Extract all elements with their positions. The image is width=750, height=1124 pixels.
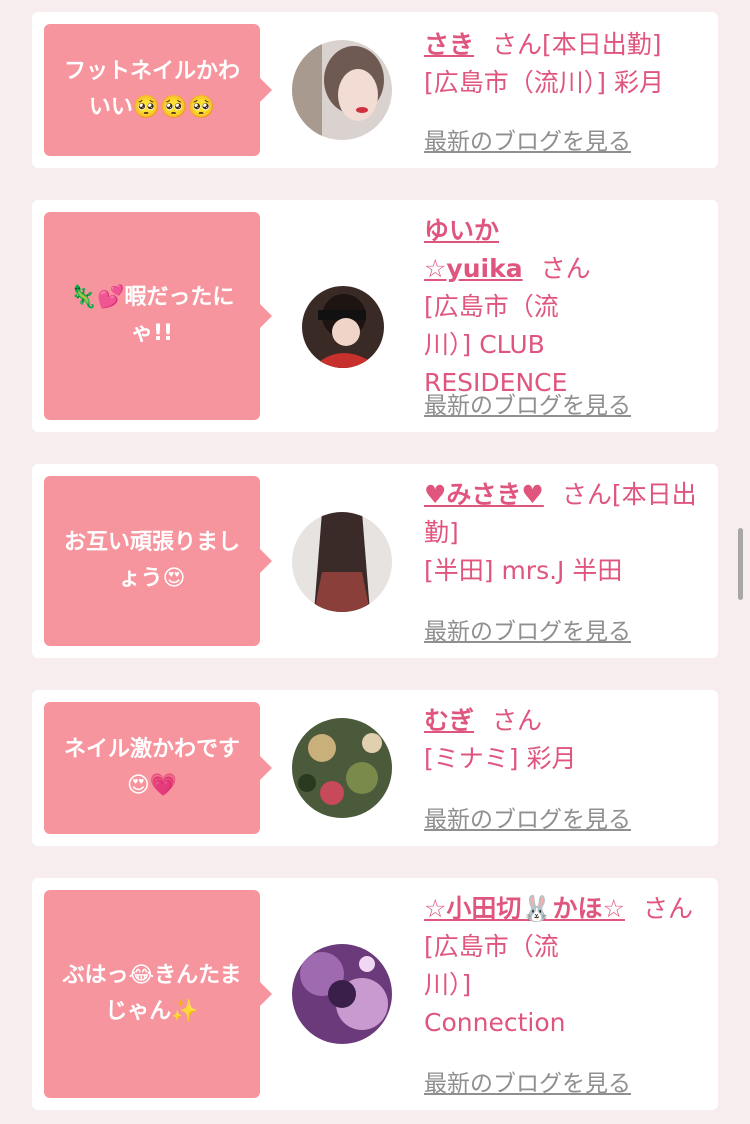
name-line: ゆいか☆yuika さん (424, 212, 594, 288)
girl-info: ☆小田切🐰かほ☆ さん [広島市（流川）] Connection (424, 888, 694, 1042)
girl-name-link[interactable]: むぎ (424, 706, 474, 735)
latest-blog-link[interactable]: 最新のブログを見る (424, 386, 631, 420)
latest-blog-link[interactable]: 最新のブログを見る (424, 1064, 631, 1098)
blog-card: お互い頑張りましょう😍 ♥みさき♥ さん[本日出勤] [半田] mrs.J 半田 … (32, 464, 718, 658)
girl-info: さき さん[本日出勤] [広島市（流川）] 彩月 (424, 24, 704, 102)
comment-text: 🦎💕暇だったにゃ!! (69, 285, 235, 346)
avatar[interactable] (292, 944, 392, 1044)
girl-info: ♥みさき♥ さん[本日出勤] [半田] mrs.J 半田 (424, 474, 704, 590)
girl-name-link[interactable]: ☆小田切🐰かほ☆ (424, 894, 625, 923)
avatar[interactable] (292, 512, 392, 612)
comment-bubble: お互い頑張りましょう😍 (44, 476, 272, 646)
comment-bubble: ぶはっ😂きんたまじゃん✨ (44, 890, 272, 1098)
comment-bubble: ネイル激かわです😍💗 (44, 702, 272, 834)
comment-text: フットネイルかわいい🥺🥺🥺 (63, 59, 240, 120)
blog-card: ネイル激かわです😍💗 むぎ さん [ミナミ] 彩月 最新のブログを見る (32, 690, 718, 846)
girl-name-link[interactable]: さき (424, 30, 474, 59)
shop-info: [広島市（流川）] Connection (424, 932, 566, 1037)
scrollbar[interactable] (738, 528, 743, 600)
name-suffix: さん[本日出勤] (492, 30, 662, 59)
comment-text: ぶはっ😂きんたまじゃん✨ (62, 963, 242, 1024)
blog-card: フットネイルかわいい🥺🥺🥺 さき さん[本日出勤] [広島市（流川）] 彩月 最新… (32, 12, 718, 168)
avatar[interactable] (292, 718, 392, 818)
girl-name-link[interactable]: ゆいか☆yuika (424, 216, 523, 283)
name-suffix: さん (642, 894, 693, 923)
name-line: さき さん[本日出勤] (424, 26, 704, 64)
girl-info: むぎ さん [ミナミ] 彩月 (424, 700, 704, 778)
shop-info: [広島市（流川）] CLUB RESIDENCE (424, 292, 568, 397)
girl-info: ゆいか☆yuika さん [広島市（流川）] CLUB RESIDENCE (424, 210, 594, 402)
comment-bubble: 🦎💕暇だったにゃ!! (44, 212, 272, 420)
shop-info: [広島市（流川）] 彩月 (424, 68, 664, 97)
blog-card: 🦎💕暇だったにゃ!! ゆいか☆yuika さん [広島市（流川）] CLUB RE… (32, 200, 718, 432)
avatar[interactable] (302, 286, 384, 368)
latest-blog-link[interactable]: 最新のブログを見る (424, 122, 631, 156)
comment-bubble: フットネイルかわいい🥺🥺🥺 (44, 24, 272, 156)
name-line: ♥みさき♥ さん[本日出勤] (424, 476, 704, 552)
name-line: むぎ さん (424, 702, 704, 740)
blog-card: ぶはっ😂きんたまじゃん✨ ☆小田切🐰かほ☆ さん [広島市（流川）] Connec… (32, 878, 718, 1110)
comment-text: ネイル激かわです😍💗 (63, 737, 240, 798)
shop-info: [半田] mrs.J 半田 (424, 556, 623, 585)
avatar[interactable] (292, 40, 392, 140)
girl-name-link[interactable]: ♥みさき♥ (424, 480, 544, 509)
name-line: ☆小田切🐰かほ☆ さん (424, 890, 694, 928)
shop-info: [ミナミ] 彩月 (424, 744, 577, 773)
latest-blog-link[interactable]: 最新のブログを見る (424, 800, 631, 834)
name-suffix: さん (540, 254, 591, 283)
latest-blog-link[interactable]: 最新のブログを見る (424, 612, 631, 646)
name-suffix: さん (492, 706, 543, 735)
comment-text: お互い頑張りましょう😍 (63, 530, 240, 591)
